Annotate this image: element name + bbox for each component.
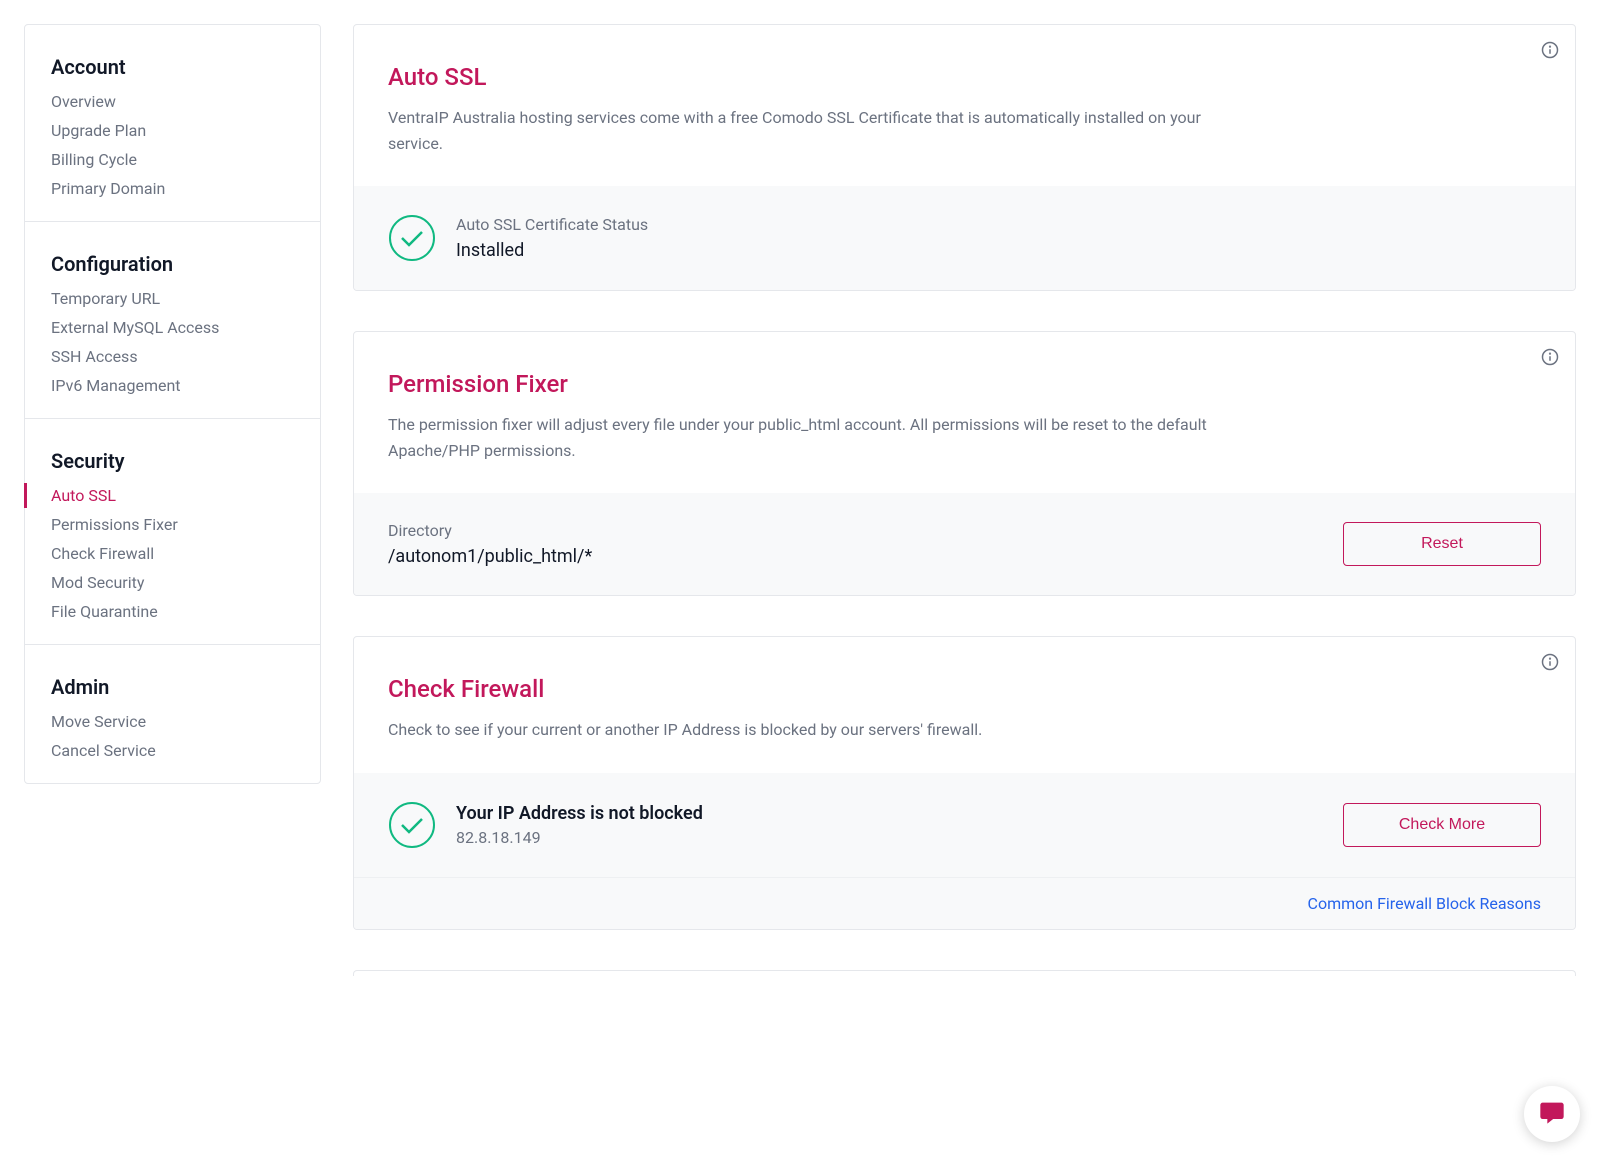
card-description: The permission fixer will adjust every f… bbox=[388, 412, 1258, 463]
card-title: Auto SSL bbox=[388, 63, 1541, 91]
field-label: Directory bbox=[388, 521, 1343, 540]
sidebar-item-primary-domain[interactable]: Primary Domain bbox=[51, 174, 294, 203]
info-icon[interactable] bbox=[1541, 348, 1559, 366]
card-check-firewall: Check Firewall Check to see if your curr… bbox=[353, 636, 1576, 930]
sidebar-section-admin: Admin Move Service Cancel Service bbox=[25, 645, 320, 783]
check-circle-icon bbox=[388, 801, 436, 849]
sidebar-item-auto-ssl[interactable]: Auto SSL bbox=[51, 481, 294, 510]
check-more-button[interactable]: Check More bbox=[1343, 803, 1541, 847]
check-circle-icon bbox=[388, 214, 436, 262]
card-stub bbox=[353, 970, 1576, 976]
field-value: /autonom1/public_html/* bbox=[388, 546, 1343, 567]
firewall-status: Your IP Address is not blocked bbox=[456, 803, 1343, 824]
sidebar: Account Overview Upgrade Plan Billing Cy… bbox=[24, 24, 321, 784]
common-block-reasons-link[interactable]: Common Firewall Block Reasons bbox=[1308, 894, 1541, 913]
status-value: Installed bbox=[456, 240, 1541, 261]
card-description: Check to see if your current or another … bbox=[388, 717, 1258, 743]
info-icon[interactable] bbox=[1541, 41, 1559, 59]
sidebar-item-ipv6-management[interactable]: IPv6 Management bbox=[51, 371, 294, 400]
sidebar-item-cancel-service[interactable]: Cancel Service bbox=[51, 736, 294, 765]
main-content: Auto SSL VentraIP Australia hosting serv… bbox=[353, 24, 1576, 976]
chat-icon bbox=[1538, 1098, 1566, 1130]
sidebar-section-configuration: Configuration Temporary URL External MyS… bbox=[25, 222, 320, 419]
sidebar-heading: Admin bbox=[51, 661, 294, 707]
sidebar-item-move-service[interactable]: Move Service bbox=[51, 707, 294, 736]
chat-fab[interactable] bbox=[1524, 1086, 1580, 1142]
sidebar-item-upgrade-plan[interactable]: Upgrade Plan bbox=[51, 116, 294, 145]
card-title: Permission Fixer bbox=[388, 370, 1541, 398]
reset-button[interactable]: Reset bbox=[1343, 522, 1541, 566]
card-auto-ssl: Auto SSL VentraIP Australia hosting serv… bbox=[353, 24, 1576, 291]
sidebar-item-ssh-access[interactable]: SSH Access bbox=[51, 342, 294, 371]
sidebar-item-external-mysql[interactable]: External MySQL Access bbox=[51, 313, 294, 342]
sidebar-section-account: Account Overview Upgrade Plan Billing Cy… bbox=[25, 25, 320, 222]
sidebar-heading: Configuration bbox=[51, 238, 294, 284]
sidebar-item-permissions-fixer[interactable]: Permissions Fixer bbox=[51, 510, 294, 539]
firewall-ip: 82.8.18.149 bbox=[456, 828, 1343, 847]
sidebar-item-temporary-url[interactable]: Temporary URL bbox=[51, 284, 294, 313]
sidebar-item-check-firewall[interactable]: Check Firewall bbox=[51, 539, 294, 568]
sidebar-item-billing-cycle[interactable]: Billing Cycle bbox=[51, 145, 294, 174]
sidebar-item-file-quarantine[interactable]: File Quarantine bbox=[51, 597, 294, 626]
sidebar-heading: Security bbox=[51, 435, 294, 481]
status-label: Auto SSL Certificate Status bbox=[456, 215, 1541, 234]
sidebar-section-security: Security Auto SSL Permissions Fixer Chec… bbox=[25, 419, 320, 645]
card-title: Check Firewall bbox=[388, 675, 1541, 703]
info-icon[interactable] bbox=[1541, 653, 1559, 671]
sidebar-item-mod-security[interactable]: Mod Security bbox=[51, 568, 294, 597]
sidebar-item-overview[interactable]: Overview bbox=[51, 87, 294, 116]
sidebar-heading: Account bbox=[51, 41, 294, 87]
card-permission-fixer: Permission Fixer The permission fixer wi… bbox=[353, 331, 1576, 596]
card-description: VentraIP Australia hosting services come… bbox=[388, 105, 1258, 156]
